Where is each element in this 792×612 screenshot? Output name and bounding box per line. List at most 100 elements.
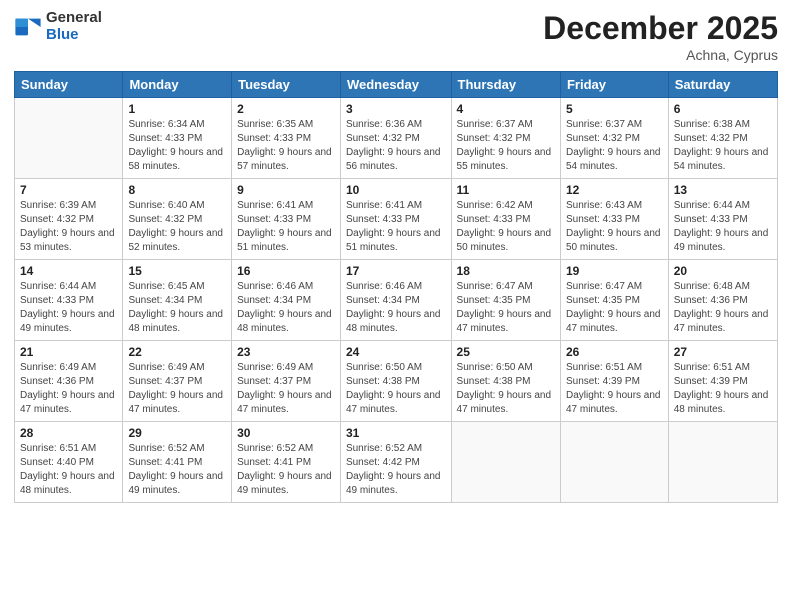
sunrise-text: Sunrise: 6:43 AM — [566, 199, 663, 213]
sunrise-text: Sunrise: 6:48 AM — [674, 280, 772, 294]
table-row: 7 Sunrise: 6:39 AMSunset: 4:32 PMDaylight… — [15, 179, 123, 260]
day-number: 7 — [20, 183, 117, 197]
sunset-text: Sunset: 4:39 PM — [674, 375, 772, 389]
sunrise-text: Sunrise: 6:52 AM — [128, 442, 226, 456]
daylight-text: Daylight: 9 hours and 47 minutes. — [566, 308, 663, 336]
sunrise-text: Sunrise: 6:47 AM — [457, 280, 555, 294]
sunrise-text: Sunrise: 6:50 AM — [346, 361, 446, 375]
daylight-text: Daylight: 9 hours and 48 minutes. — [20, 470, 117, 498]
sunset-text: Sunset: 4:37 PM — [237, 375, 335, 389]
day-number: 22 — [128, 345, 226, 359]
daylight-text: Daylight: 9 hours and 57 minutes. — [237, 146, 335, 174]
day-info: Sunrise: 6:44 AMSunset: 4:33 PMDaylight:… — [20, 280, 117, 336]
logo-icon — [14, 13, 42, 41]
table-row: 23Sunrise: 6:49 AMSunset: 4:37 PMDayligh… — [232, 341, 341, 422]
sunset-text: Sunset: 4:38 PM — [346, 375, 446, 389]
sunrise-text: Sunrise: 6:45 AM — [128, 280, 226, 294]
sunrise-text: Sunrise: 6:41 AM — [346, 199, 446, 213]
sunrise-text: Sunrise: 6:51 AM — [20, 442, 117, 456]
daylight-text: Daylight: 9 hours and 48 minutes. — [237, 308, 335, 336]
day-number: 11 — [457, 183, 555, 197]
sunset-text: Sunset: 4:34 PM — [346, 294, 446, 308]
table-row: 28Sunrise: 6:51 AMSunset: 4:40 PMDayligh… — [15, 422, 123, 503]
day-info: Sunrise: 6:49 AMSunset: 4:36 PMDaylight:… — [20, 361, 117, 417]
daylight-text: Daylight: 9 hours and 47 minutes. — [457, 389, 555, 417]
day-info: Sunrise: 6:41 AMSunset: 4:33 PMDaylight:… — [346, 199, 446, 255]
day-info: Sunrise: 6:43 AMSunset: 4:33 PMDaylight:… — [566, 199, 663, 255]
col-sunday: Sunday — [15, 72, 123, 98]
sunrise-text: Sunrise: 6:37 AM — [566, 118, 663, 132]
table-row: 15Sunrise: 6:45 AMSunset: 4:34 PMDayligh… — [123, 260, 232, 341]
daylight-text: Daylight: 9 hours and 49 minutes. — [346, 470, 446, 498]
daylight-text: Daylight: 9 hours and 49 minutes. — [128, 470, 226, 498]
col-monday: Monday — [123, 72, 232, 98]
day-info: Sunrise: 6:38 AMSunset: 4:32 PMDaylight:… — [674, 118, 772, 174]
day-info: Sunrise: 6:45 AMSunset: 4:34 PMDaylight:… — [128, 280, 226, 336]
calendar-week-row: 7 Sunrise: 6:39 AMSunset: 4:32 PMDaylight… — [15, 179, 778, 260]
title-month: December 2025 — [543, 10, 778, 47]
daylight-text: Daylight: 9 hours and 53 minutes. — [20, 227, 117, 255]
sunset-text: Sunset: 4:41 PM — [128, 456, 226, 470]
day-info: Sunrise: 6:52 AMSunset: 4:41 PMDaylight:… — [128, 442, 226, 498]
sunrise-text: Sunrise: 6:44 AM — [674, 199, 772, 213]
sunrise-text: Sunrise: 6:49 AM — [128, 361, 226, 375]
sunset-text: Sunset: 4:33 PM — [674, 213, 772, 227]
sunset-text: Sunset: 4:34 PM — [237, 294, 335, 308]
table-row: 8Sunrise: 6:40 AMSunset: 4:32 PMDaylight… — [123, 179, 232, 260]
page: General Blue December 2025 Achna, Cyprus… — [0, 0, 792, 612]
day-number: 16 — [237, 264, 335, 278]
col-friday: Friday — [560, 72, 668, 98]
sunset-text: Sunset: 4:33 PM — [457, 213, 555, 227]
sunset-text: Sunset: 4:35 PM — [566, 294, 663, 308]
day-number: 27 — [674, 345, 772, 359]
sunset-text: Sunset: 4:37 PM — [128, 375, 226, 389]
sunset-text: Sunset: 4:40 PM — [20, 456, 117, 470]
table-row: 3Sunrise: 6:36 AMSunset: 4:32 PMDaylight… — [340, 98, 451, 179]
day-number: 31 — [346, 426, 446, 440]
calendar-header-row: Sunday Monday Tuesday Wednesday Thursday… — [15, 72, 778, 98]
sunrise-text: Sunrise: 6:51 AM — [566, 361, 663, 375]
sunrise-text: Sunrise: 6:40 AM — [128, 199, 226, 213]
sunset-text: Sunset: 4:36 PM — [674, 294, 772, 308]
sunset-text: Sunset: 4:33 PM — [128, 132, 226, 146]
day-number: 14 — [20, 264, 117, 278]
sunset-text: Sunset: 4:32 PM — [346, 132, 446, 146]
daylight-text: Daylight: 9 hours and 49 minutes. — [237, 470, 335, 498]
sunset-text: Sunset: 4:41 PM — [237, 456, 335, 470]
day-info: Sunrise: 6:51 AMSunset: 4:39 PMDaylight:… — [566, 361, 663, 417]
table-row: 4Sunrise: 6:37 AMSunset: 4:32 PMDaylight… — [451, 98, 560, 179]
col-tuesday: Tuesday — [232, 72, 341, 98]
sunset-text: Sunset: 4:33 PM — [237, 213, 335, 227]
table-row: 9Sunrise: 6:41 AMSunset: 4:33 PMDaylight… — [232, 179, 341, 260]
day-number: 25 — [457, 345, 555, 359]
sunset-text: Sunset: 4:38 PM — [457, 375, 555, 389]
day-info: Sunrise: 6:39 AMSunset: 4:32 PMDaylight:… — [20, 199, 117, 255]
table-row: 20Sunrise: 6:48 AMSunset: 4:36 PMDayligh… — [668, 260, 777, 341]
daylight-text: Daylight: 9 hours and 50 minutes. — [566, 227, 663, 255]
day-number: 29 — [128, 426, 226, 440]
day-number: 10 — [346, 183, 446, 197]
sunrise-text: Sunrise: 6:37 AM — [457, 118, 555, 132]
table-row: 16Sunrise: 6:46 AMSunset: 4:34 PMDayligh… — [232, 260, 341, 341]
table-row: 21 Sunrise: 6:49 AMSunset: 4:36 PMDayligh… — [15, 341, 123, 422]
table-row — [668, 422, 777, 503]
table-row: 17Sunrise: 6:46 AMSunset: 4:34 PMDayligh… — [340, 260, 451, 341]
table-row: 24Sunrise: 6:50 AMSunset: 4:38 PMDayligh… — [340, 341, 451, 422]
day-number: 21 — [20, 345, 117, 359]
day-info: Sunrise: 6:51 AMSunset: 4:40 PMDaylight:… — [20, 442, 117, 498]
sunrise-text: Sunrise: 6:49 AM — [237, 361, 335, 375]
table-row: 30Sunrise: 6:52 AMSunset: 4:41 PMDayligh… — [232, 422, 341, 503]
logo: General Blue — [14, 10, 102, 43]
table-row: 29 Sunrise: 6:52 AMSunset: 4:41 PMDayligh… — [123, 422, 232, 503]
table-row: 12Sunrise: 6:43 AMSunset: 4:33 PMDayligh… — [560, 179, 668, 260]
day-info: Sunrise: 6:42 AMSunset: 4:33 PMDaylight:… — [457, 199, 555, 255]
daylight-text: Daylight: 9 hours and 52 minutes. — [128, 227, 226, 255]
table-row — [451, 422, 560, 503]
day-info: Sunrise: 6:37 AMSunset: 4:32 PMDaylight:… — [457, 118, 555, 174]
col-saturday: Saturday — [668, 72, 777, 98]
logo-text: General Blue — [46, 10, 102, 43]
sunrise-text: Sunrise: 6:41 AM — [237, 199, 335, 213]
table-row: 31Sunrise: 6:52 AMSunset: 4:42 PMDayligh… — [340, 422, 451, 503]
table-row: 27Sunrise: 6:51 AMSunset: 4:39 PMDayligh… — [668, 341, 777, 422]
col-wednesday: Wednesday — [340, 72, 451, 98]
